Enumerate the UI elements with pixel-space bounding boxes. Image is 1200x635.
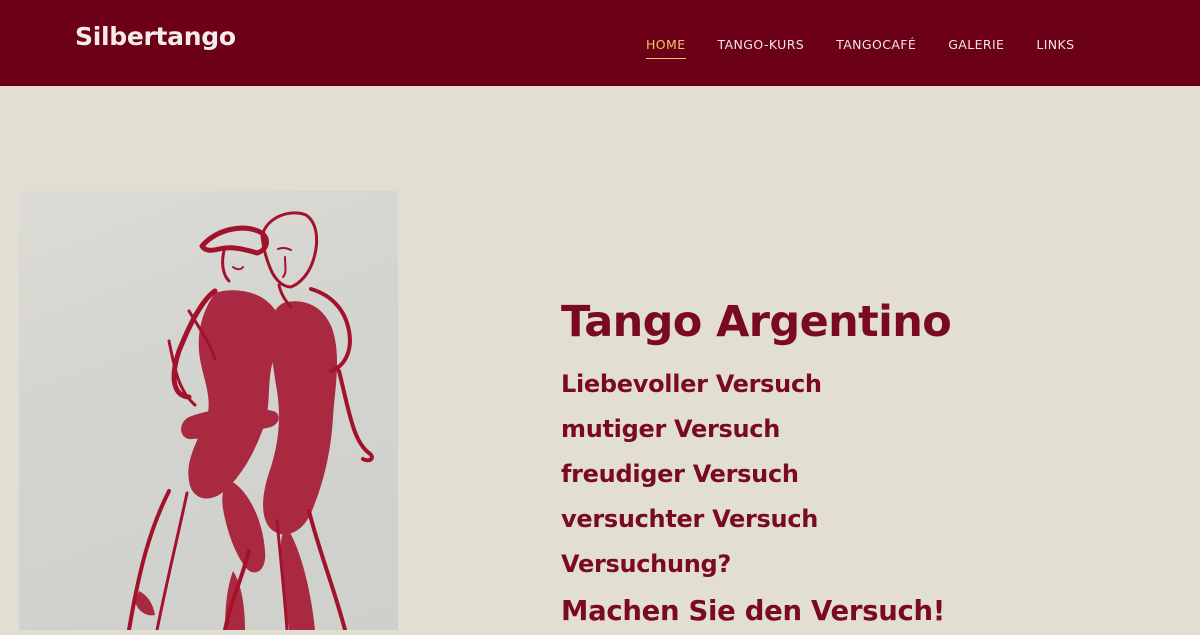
nav-item-galerie[interactable]: GALERIE: [948, 37, 1004, 57]
site-logo[interactable]: Silbertango: [75, 22, 236, 51]
main-content: Tango Argentino Liebevoller Versuch muti…: [561, 294, 952, 635]
tango-couple-illustration: [127, 211, 374, 630]
call-to-action: Machen Sie den Versuch!: [561, 595, 946, 627]
tagline-line-4: versuchter Versuch: [561, 505, 819, 533]
tagline-line-1: Liebevoller Versuch: [561, 370, 822, 398]
nav-item-tangocafe[interactable]: TANGOCAFÉ: [836, 37, 916, 57]
nav-item-links[interactable]: LINKS: [1036, 37, 1074, 57]
nav-item-tango-kurs[interactable]: TANGO-KURS: [718, 37, 805, 57]
tagline-line-3: freudiger Versuch: [561, 460, 799, 488]
tagline-line-2: mutiger Versuch: [561, 415, 781, 443]
tagline-line-5: Versuchung?: [561, 550, 732, 578]
page-title: Tango Argentino: [561, 297, 952, 347]
main-nav: HOME TANGO-KURS TANGOCAFÉ GALERIE LINKS: [646, 37, 1107, 59]
nav-item-home[interactable]: HOME: [646, 37, 686, 59]
site-header: Silbertango HOME TANGO-KURS TANGOCAFÉ GA…: [0, 0, 1200, 86]
tango-couple-painting: [19, 191, 398, 630]
